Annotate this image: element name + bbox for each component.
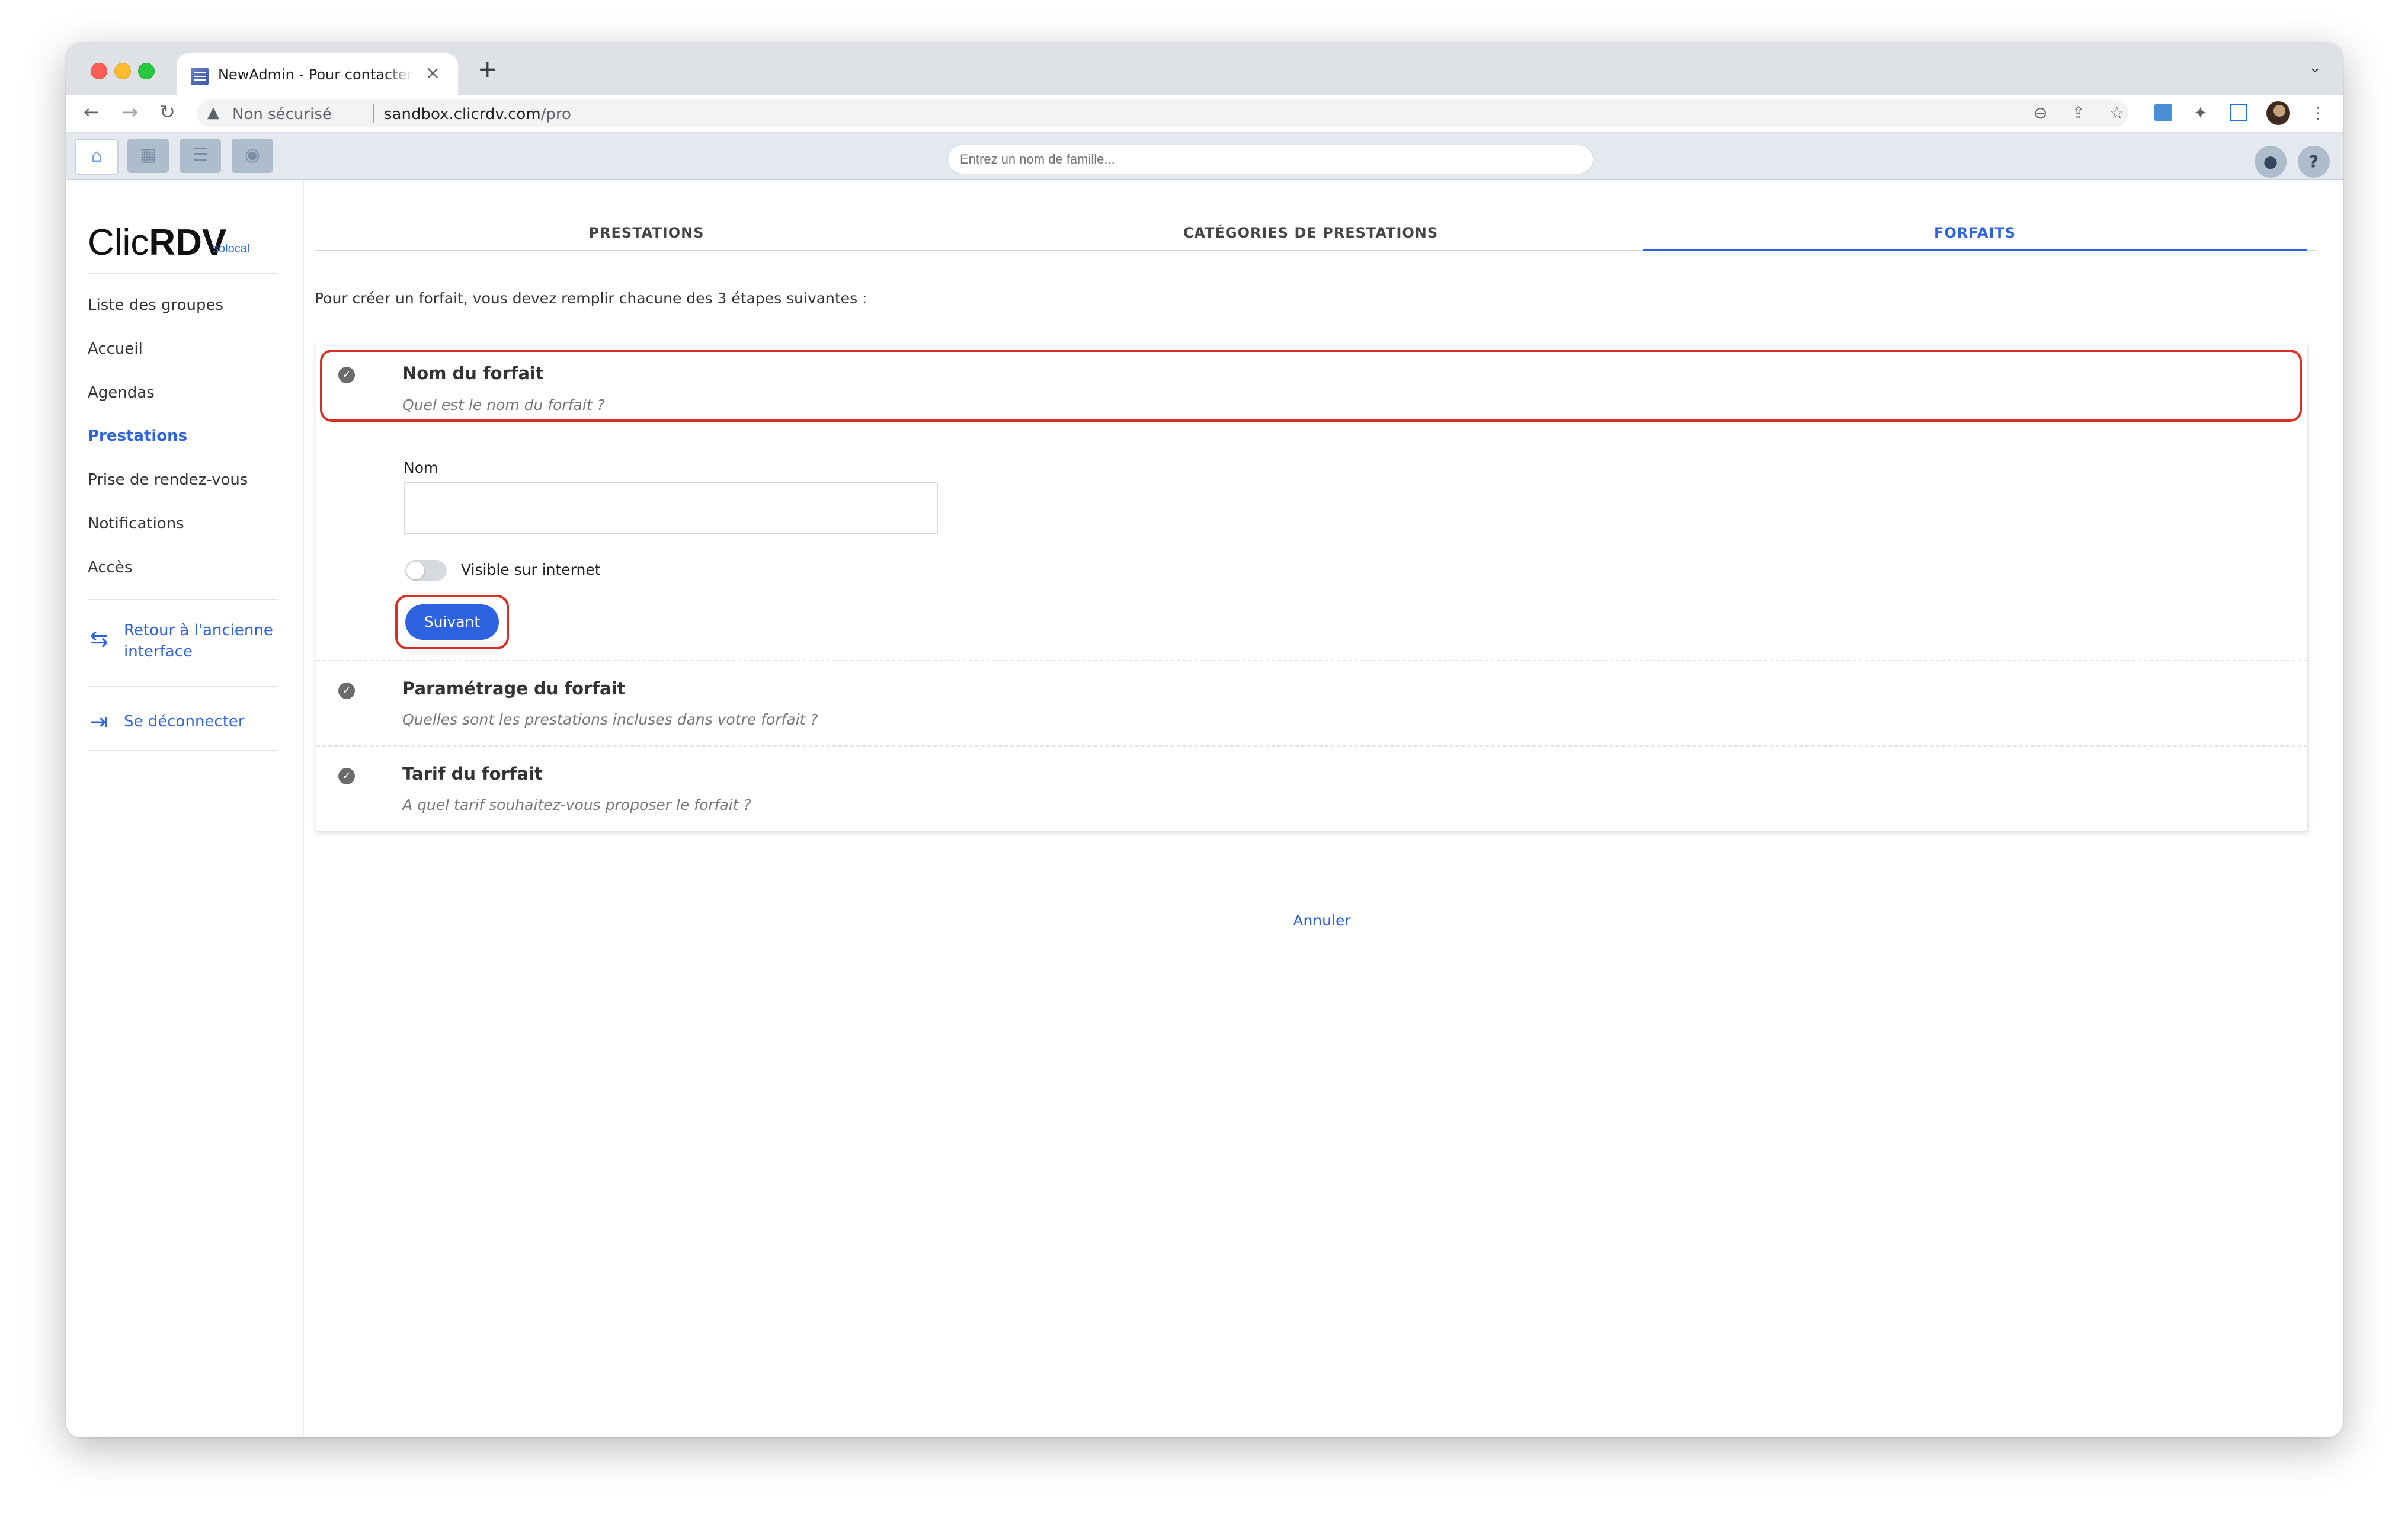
share-icon[interactable]: ⇪ xyxy=(2071,101,2085,125)
sidebar-item-home[interactable]: Accueil xyxy=(88,340,143,358)
forward-arrow-icon[interactable]: → xyxy=(122,100,138,124)
tab-title: NewAdmin - Pour contacter Cl xyxy=(218,66,414,83)
clicrdv-logo[interactable]: ClicRDV xyxy=(88,222,226,264)
tab-service-categories[interactable]: CATÉGORIES DE PRESTATIONS xyxy=(979,225,1642,241)
zoom-icon[interactable]: ⊖ xyxy=(2034,101,2047,125)
tab-strip: NewAdmin - Pour contacter Cl × + ⌄ xyxy=(66,43,2343,95)
side-panel-icon[interactable] xyxy=(2230,104,2247,121)
forfait-name-input[interactable] xyxy=(404,482,938,534)
new-tab-button[interactable]: + xyxy=(478,56,498,82)
old-interface-link[interactable]: Retour à l'ancienne interface xyxy=(124,620,273,662)
step-2-subtitle: Quelles sont les prestations incluses da… xyxy=(402,711,818,728)
step-1-highlight xyxy=(320,350,2302,422)
sidebar-item-groups[interactable]: Liste des groupes xyxy=(88,296,223,314)
step-2-title: Paramétrage du forfait xyxy=(402,678,626,699)
sidebar-item-prestations[interactable]: Prestations xyxy=(88,427,187,445)
url-divider xyxy=(373,104,374,123)
step-separator xyxy=(316,660,2307,661)
step-separator xyxy=(316,745,2307,747)
next-button-highlight xyxy=(395,595,509,649)
active-tab-indicator xyxy=(1643,249,2307,251)
step-3-subtitle: A quel tarif souhaitez-vous proposer le … xyxy=(402,796,751,813)
minimize-window-button[interactable] xyxy=(114,63,131,79)
tab-forfaits[interactable]: FORFAITS xyxy=(1643,225,2307,241)
sidebar-divider xyxy=(88,750,278,751)
cancel-link[interactable]: Annuler xyxy=(1263,912,1381,929)
visible-internet-label: Visible sur internet xyxy=(461,561,601,578)
main-content: PRESTATIONS CATÉGORIES DE PRESTATIONS FO… xyxy=(315,180,2317,1437)
url-text[interactable]: sandbox.clicrdv.com/pro xyxy=(384,105,571,123)
step-3-title: Tarif du forfait xyxy=(402,764,543,784)
check-circle-icon: ✓ xyxy=(338,768,355,784)
logout-icon: ⇥ xyxy=(89,709,108,735)
favicon-icon xyxy=(191,68,209,85)
back-arrow-icon[interactable]: ← xyxy=(84,100,100,124)
logout-link[interactable]: Se déconnecter xyxy=(124,711,245,732)
globe-icon: ◉ xyxy=(244,145,261,165)
sidebar-item-access[interactable]: Accès xyxy=(88,559,132,576)
tab-prestations[interactable]: PRESTATIONS xyxy=(315,225,978,241)
security-status[interactable]: Non sécurisé xyxy=(232,105,332,123)
toggle-knob xyxy=(406,562,424,579)
sidebar-divider xyxy=(88,686,278,687)
sidebar-item-agendas[interactable]: Agendas xyxy=(88,384,155,402)
list-button[interactable]: ☰ xyxy=(180,139,221,173)
old-interface-link-line1: Retour à l'ancienne xyxy=(124,621,273,639)
visible-internet-toggle[interactable] xyxy=(405,560,447,581)
tab-search-chevron-icon[interactable]: ⌄ xyxy=(2308,59,2321,76)
calendar-button[interactable]: ▦ xyxy=(127,139,169,173)
home-icon: ⌂ xyxy=(91,146,103,166)
address-bar[interactable]: ▲ Non sécurisé sandbox.clicrdv.com/pro xyxy=(197,99,2128,127)
maximize-window-button[interactable] xyxy=(138,63,155,79)
sidebar-divider xyxy=(88,273,278,274)
steps-card: ✓ Nom du forfait Quel est le nom du forf… xyxy=(316,345,2308,832)
sidebar-item-notifications[interactable]: Notifications xyxy=(88,515,184,533)
old-interface-link-line2: interface xyxy=(124,643,193,661)
calendar-icon: ▦ xyxy=(139,145,157,165)
logo-subtitle: solocal xyxy=(213,242,250,255)
bookmark-star-icon[interactable]: ☆ xyxy=(2109,101,2124,125)
url-domain: sandbox.clicrdv.com xyxy=(384,105,541,123)
help-button[interactable]: ? xyxy=(2298,146,2330,178)
intro-text: Pour créer un forfait, vous devez rempli… xyxy=(315,290,867,307)
name-field-label: Nom xyxy=(404,459,438,476)
puzzle-extensions-icon[interactable]: ✦ xyxy=(2194,101,2207,125)
logo-light-text: Clic xyxy=(88,222,149,263)
browser-toolbar: ← → ↻ ▲ Non sécurisé sandbox.clicrdv.com… xyxy=(66,95,2343,133)
globe-button[interactable]: ◉ xyxy=(232,139,273,173)
sidebar-divider xyxy=(88,599,278,600)
tab-close-icon[interactable]: × xyxy=(425,62,440,85)
swap-arrows-icon: ⇆ xyxy=(89,626,108,652)
chrome-menu-icon[interactable]: ⋮ xyxy=(2310,101,2326,125)
family-name-search-input[interactable] xyxy=(947,145,1593,174)
check-circle-icon: ✓ xyxy=(338,683,355,699)
warning-icon: ▲ xyxy=(207,104,219,121)
browser-window: NewAdmin - Pour contacter Cl × + ⌄ ← → ↻… xyxy=(66,43,2343,1437)
app-topbar: ⌂ ▦ ☰ ◉ ● ? xyxy=(66,133,2343,180)
sidebar: ClicRDV solocal Liste des groupes Accuei… xyxy=(66,180,304,1437)
browser-tab[interactable]: NewAdmin - Pour contacter Cl × xyxy=(177,53,458,95)
home-button[interactable]: ⌂ xyxy=(75,139,119,175)
url-path: /pro xyxy=(540,105,571,123)
user-account-button[interactable]: ● xyxy=(2255,146,2287,178)
profile-avatar[interactable] xyxy=(2266,101,2290,125)
close-window-button[interactable] xyxy=(91,63,107,79)
reload-icon[interactable]: ↻ xyxy=(159,100,175,124)
extension-sync-icon[interactable] xyxy=(2154,104,2172,121)
list-icon: ☰ xyxy=(192,145,209,165)
sidebar-item-booking[interactable]: Prise de rendez-vous xyxy=(88,471,248,489)
